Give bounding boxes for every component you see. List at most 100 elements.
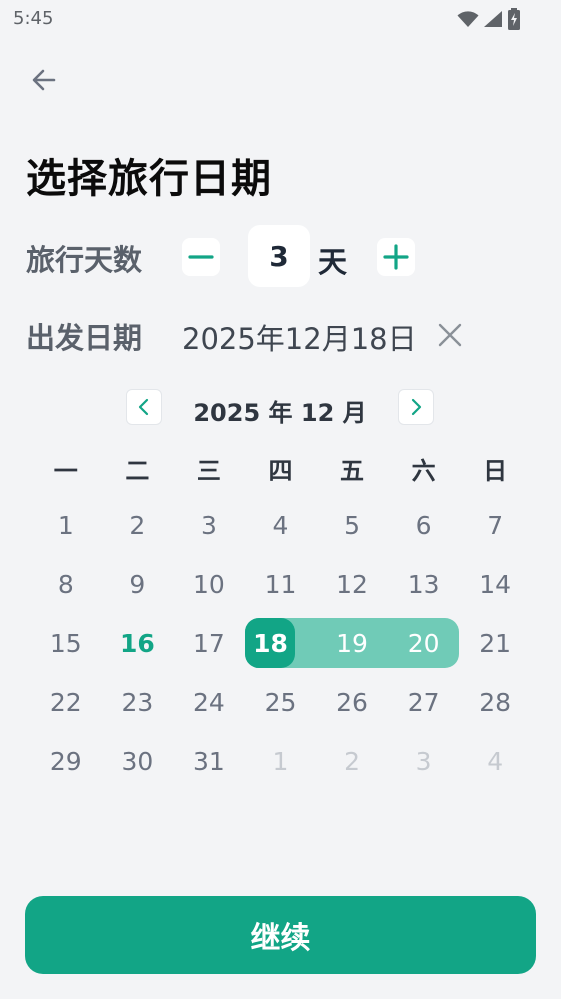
calendar-month-title: 2025 年 12 月 — [193, 399, 367, 427]
calendar-day[interactable]: 16 — [102, 618, 174, 668]
calendar-day[interactable]: 6 — [388, 500, 460, 550]
calendar-day[interactable]: 22 — [30, 677, 102, 727]
back-button[interactable] — [26, 62, 62, 98]
calendar-day[interactable]: 18 — [244, 618, 317, 668]
calendar-week-row: 29 30 31 1 2 3 4 — [30, 736, 531, 786]
calendar-day-number: 27 — [407, 687, 440, 717]
calendar-week-row: 22 23 24 25 26 27 28 — [30, 677, 531, 727]
trip-days-unit: 天 — [318, 245, 348, 279]
calendar-day[interactable]: 10 — [173, 559, 245, 609]
calendar-day[interactable]: 19 — [316, 618, 388, 668]
calendar-day-number: 21 — [479, 628, 512, 658]
calendar-day[interactable]: 11 — [245, 559, 317, 609]
calendar-day-number: 18 — [253, 628, 288, 658]
calendar-day[interactable]: 3 — [388, 736, 460, 786]
calendar-day-number: 4 — [487, 746, 504, 776]
calendar-day-number: 3 — [200, 510, 217, 540]
calendar-day[interactable]: 26 — [316, 677, 388, 727]
increase-days-button[interactable] — [377, 238, 415, 276]
weekday-header: 一 二 三 四 五 六 日 — [30, 451, 531, 486]
calendar-day[interactable]: 2 — [102, 500, 174, 550]
close-icon — [438, 323, 462, 347]
calendar-day-number: 30 — [121, 746, 154, 776]
calendar-day-number: 1 — [272, 746, 289, 776]
calendar-day-number: 13 — [407, 569, 440, 599]
calendar-day[interactable]: 8 — [30, 559, 102, 609]
calendar-day[interactable]: 17 — [173, 618, 245, 668]
calendar-day[interactable]: 30 — [102, 736, 174, 786]
calendar-week-row: 15 16 17 18 19 20 21 — [30, 618, 531, 668]
calendar-day[interactable]: 4 — [459, 736, 531, 786]
calendar-day-number: 14 — [479, 569, 512, 599]
calendar-day[interactable]: 12 — [316, 559, 388, 609]
calendar-day-number: 11 — [264, 569, 297, 599]
prev-month-button[interactable] — [126, 389, 162, 425]
calendar-week-row: 1 2 3 4 5 6 7 — [30, 500, 531, 550]
calendar-day[interactable]: 9 — [102, 559, 174, 609]
calendar-day[interactable]: 15 — [30, 618, 102, 668]
decrease-days-button[interactable] — [182, 238, 220, 276]
weekday-label: 日 — [483, 457, 508, 485]
trip-days-label: 旅行天数 — [26, 243, 143, 277]
chevron-left-icon — [138, 398, 149, 416]
calendar-day-number: 17 — [193, 628, 225, 658]
calendar-day[interactable]: 20 — [387, 618, 460, 668]
travel-date-page: 5:45 选择旅行日期 旅行天数 3 天 出发日期 2025年12月18日 20… — [0, 0, 561, 999]
calendar-day[interactable]: 21 — [459, 618, 531, 668]
weekday-label: 二 — [125, 457, 150, 485]
next-month-button[interactable] — [398, 389, 434, 425]
calendar-day-number: 1 — [57, 510, 74, 540]
calendar-day-number: 28 — [479, 687, 512, 717]
calendar-day[interactable]: 1 — [30, 500, 102, 550]
calendar-day-number: 24 — [193, 687, 225, 717]
calendar-day[interactable]: 23 — [102, 677, 174, 727]
calendar-day-number: 2 — [344, 746, 360, 776]
calendar-day[interactable]: 7 — [459, 500, 531, 550]
weekday-label: 三 — [196, 457, 221, 485]
calendar-day[interactable]: 5 — [316, 500, 388, 550]
calendar-day-number: 15 — [49, 628, 82, 658]
calendar-day-number: 12 — [336, 569, 368, 599]
calendar-day[interactable]: 3 — [173, 500, 245, 550]
clear-date-button[interactable] — [432, 317, 468, 353]
calendar-day-number: 31 — [193, 746, 225, 776]
weekday-label: 一 — [53, 457, 78, 485]
status-icons — [457, 8, 521, 30]
calendar-day[interactable]: 24 — [173, 677, 245, 727]
battery-charging-icon — [508, 8, 520, 30]
calendar-day-number: 22 — [49, 687, 82, 717]
continue-button[interactable]: 继续 — [25, 896, 536, 974]
plus-icon — [383, 244, 409, 270]
calendar-day[interactable]: 1 — [245, 736, 317, 786]
calendar-week-row: 8 9 10 11 12 13 14 — [30, 559, 531, 609]
calendar-day[interactable]: 2 — [316, 736, 388, 786]
calendar-day[interactable]: 14 — [459, 559, 531, 609]
calendar-day[interactable]: 27 — [388, 677, 460, 727]
weekday-label: 四 — [268, 457, 293, 485]
calendar-day-number: 29 — [49, 746, 82, 776]
status-time: 5:45 — [13, 8, 54, 29]
calendar-day-number: 16 — [119, 628, 155, 658]
calendar-day-number: 7 — [487, 510, 504, 540]
calendar-day-number: 26 — [336, 687, 368, 717]
arrow-left-icon — [32, 69, 56, 91]
status-bar: 5:45 — [0, 0, 561, 40]
weekday-label: 五 — [340, 457, 365, 485]
calendar-day-number: 10 — [193, 569, 225, 599]
calendar-day-number: 8 — [57, 569, 74, 599]
calendar-day[interactable]: 4 — [245, 500, 317, 550]
wifi-icon — [457, 11, 479, 27]
calendar-day-number: 3 — [415, 746, 432, 776]
departure-date-value: 2025年12月18日 — [182, 322, 417, 356]
trip-days-value: 3 — [248, 225, 310, 287]
calendar-day[interactable]: 29 — [30, 736, 102, 786]
signal-icon — [484, 11, 502, 27]
calendar-day[interactable]: 13 — [388, 559, 460, 609]
calendar-day-number: 4 — [272, 510, 289, 540]
calendar-day[interactable]: 28 — [459, 677, 531, 727]
minus-icon — [188, 255, 214, 259]
calendar-day-number: 2 — [129, 510, 146, 540]
calendar-day[interactable]: 31 — [173, 736, 245, 786]
page-title: 选择旅行日期 — [26, 156, 272, 202]
calendar-day[interactable]: 25 — [245, 677, 317, 727]
